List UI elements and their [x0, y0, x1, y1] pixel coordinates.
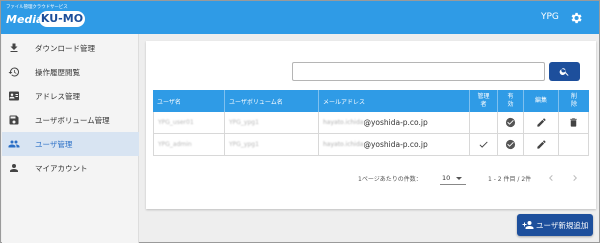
- add-user-label: ユーザ新規追加: [536, 221, 589, 230]
- cell-edit: [524, 112, 559, 133]
- column-header-user-volume[interactable]: ユーザボリューム名: [225, 90, 319, 112]
- per-page-label: 1ページあたりの件数：: [358, 176, 422, 183]
- sidebar-item-label: ダウンロード管理: [35, 44, 95, 53]
- user-label[interactable]: YPG: [541, 12, 559, 22]
- sidebar-item-address[interactable]: アドレス管理: [2, 84, 139, 108]
- column-header-delete: 削 除: [559, 90, 589, 112]
- email-domain-text: @yoshida-p.co.jp: [363, 118, 428, 127]
- person-icon: [10, 164, 18, 172]
- page-range-label: 1 - 2 件目 / 2件: [488, 176, 532, 183]
- logo-subtitle: ファイル管理クラウドサービス: [6, 5, 68, 10]
- sidebar-item-user-volume[interactable]: ユーザボリューム管理: [2, 108, 139, 132]
- column-header-delete-line2: 除: [570, 101, 577, 108]
- check-circle-icon: [505, 117, 516, 128]
- edit-pencil-icon[interactable]: [536, 139, 547, 150]
- user-list-card: ユーザ名 ユーザボリューム名 メールアドレス 管理 者 有 効 編集 削 除 Y…: [146, 41, 596, 209]
- sidebar-item-label: 操作履歴閲覧: [35, 68, 80, 77]
- sidebar-item-history[interactable]: 操作履歴閲覧: [2, 60, 139, 84]
- cell-enabled: [498, 112, 524, 133]
- per-page-select[interactable]: 10: [440, 172, 466, 185]
- cell-email: hayato.ichida @yoshida-p.co.jp: [319, 134, 470, 155]
- cell-user-name: YPG_user01: [154, 112, 225, 133]
- per-page-value: 10: [442, 174, 451, 182]
- user-name-text: YPG_admin: [158, 141, 192, 148]
- column-header-admin[interactable]: 管理 者: [470, 90, 498, 112]
- pagination: 1ページあたりの件数： 10 1 - 2 件目 / 2件: [146, 169, 596, 189]
- email-local-text: hayato.ichida: [323, 119, 364, 126]
- column-header-user-name[interactable]: ユーザ名: [153, 90, 225, 112]
- user-volume-text: YPG_ypg1: [229, 119, 259, 126]
- cell-admin: [470, 112, 498, 133]
- column-header-admin-line1: 管理: [477, 93, 490, 100]
- caret-down-icon: [456, 177, 462, 180]
- sidebar-item-label: ユーザ管理: [35, 140, 73, 149]
- column-header-edit: 編集: [524, 90, 559, 112]
- trash-icon[interactable]: [568, 117, 579, 128]
- app-header: ファイル管理クラウドサービス Media KU-MO YPG: [1, 1, 599, 34]
- cell-delete: [559, 112, 588, 133]
- check-icon: [479, 141, 488, 148]
- search-button[interactable]: [549, 62, 580, 81]
- search-icon: [559, 68, 569, 76]
- email-domain-text: @yoshida-p.co.jp: [363, 140, 428, 149]
- edit-pencil-icon[interactable]: [536, 117, 547, 128]
- cell-email: hayato.ichida @yoshida-p.co.jp: [319, 112, 470, 133]
- contact-card-icon: [9, 91, 19, 101]
- column-header-enabled-line2: 効: [507, 101, 514, 108]
- column-header-enabled-line1: 有: [507, 93, 514, 100]
- column-header-delete-line1: 削: [570, 93, 577, 100]
- people-icon: [8, 140, 20, 148]
- person-add-icon: [522, 221, 534, 229]
- cell-user-volume: YPG_ypg1: [225, 112, 319, 133]
- table-row: YPG_admin YPG_ypg1 hayato.ichida @yoshida…: [153, 134, 589, 156]
- email-local-text: hayato.ichida: [323, 141, 364, 148]
- add-user-button[interactable]: ユーザ新規追加: [517, 214, 593, 236]
- logo: ファイル管理クラウドサービス Media KU-MO: [6, 4, 96, 31]
- cell-user-volume: YPG_ypg1: [225, 134, 319, 155]
- chevron-left-icon[interactable]: [545, 172, 557, 184]
- table-header: ユーザ名 ユーザボリューム名 メールアドレス 管理 者 有 効 編集 削 除: [153, 90, 589, 112]
- save-icon: [9, 115, 19, 125]
- sidebar-item-label: アドレス管理: [35, 92, 80, 101]
- user-name-text: YPG_user01: [158, 119, 194, 126]
- table-row: YPG_user01 YPG_ypg1 hayato.ichida @yoshid…: [153, 112, 589, 134]
- gear-icon[interactable]: [569, 10, 583, 24]
- download-icon: [10, 43, 18, 52]
- app-window: ファイル管理クラウドサービス Media KU-MO YPG ダウンロード管理 …: [0, 0, 600, 243]
- column-header-admin-line2: 者: [480, 101, 487, 108]
- chevron-right-icon[interactable]: [569, 172, 581, 184]
- check-circle-icon: [505, 139, 516, 150]
- logo-media-text: Media: [6, 13, 44, 26]
- sidebar-item-my-account[interactable]: マイアカウント: [2, 156, 139, 180]
- sidebar-item-users[interactable]: ユーザ管理: [2, 132, 139, 156]
- cell-delete: [559, 134, 588, 155]
- sidebar-item-label: マイアカウント: [35, 164, 88, 173]
- column-header-enabled[interactable]: 有 効: [498, 90, 524, 112]
- search-input[interactable]: [292, 62, 545, 81]
- logo-kumo-badge: KU-MO: [39, 11, 85, 27]
- sidebar-item-download[interactable]: ダウンロード管理: [2, 36, 139, 60]
- cell-user-name: YPG_admin: [154, 134, 225, 155]
- cell-admin: [470, 134, 498, 155]
- sidebar: ダウンロード管理 操作履歴閲覧 アドレス管理 ユーザボリューム管理 ユーザ管理 …: [2, 34, 139, 243]
- cell-edit: [524, 134, 559, 155]
- user-volume-text: YPG_ypg1: [229, 141, 259, 148]
- sidebar-item-label: ユーザボリューム管理: [35, 116, 110, 125]
- history-icon: [8, 67, 19, 77]
- cell-enabled: [498, 134, 524, 155]
- column-header-email[interactable]: メールアドレス: [319, 90, 470, 112]
